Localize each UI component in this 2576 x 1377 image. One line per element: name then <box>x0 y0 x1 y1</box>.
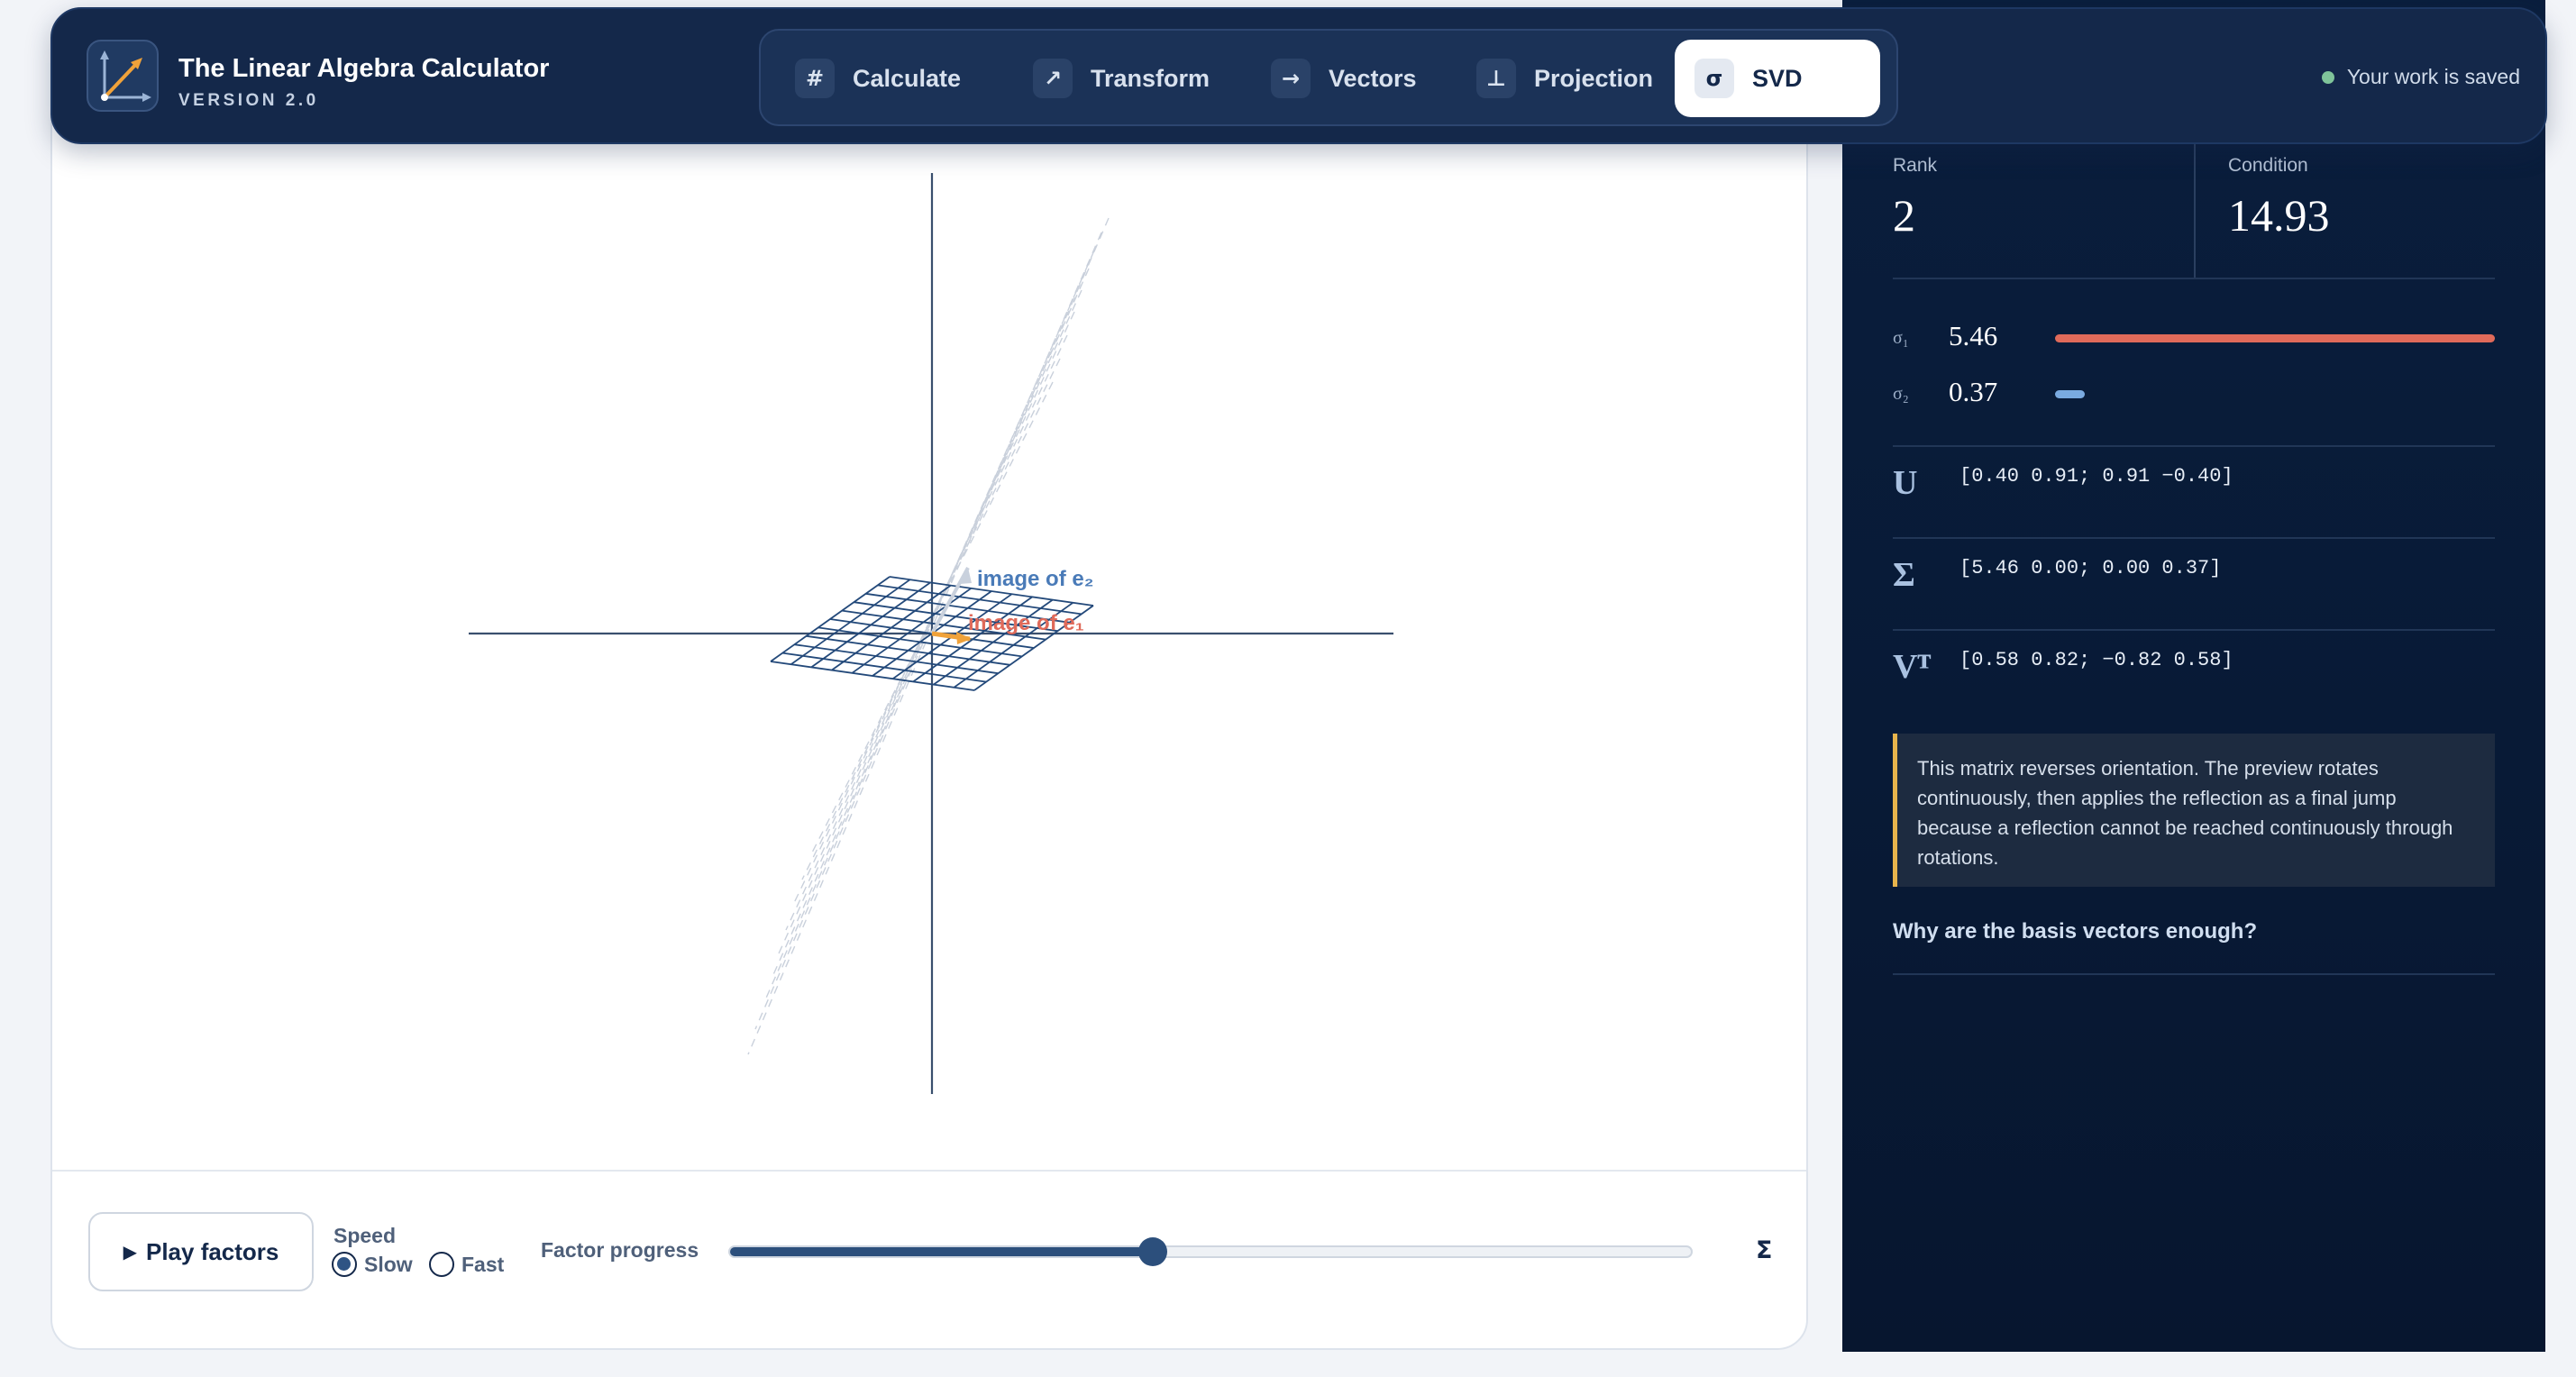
tab-calculate[interactable]: # Calculate <box>775 40 981 117</box>
main-nav: # Calculate ↗ Transform → Vectors ⊥ Proj… <box>759 29 1898 126</box>
perpendicular-icon: ⊥ <box>1476 59 1516 98</box>
condition-value: 14.93 <box>2228 190 2330 241</box>
matrix-sigma-value: [5.46 0.00; 0.00 0.37] <box>1959 557 2222 579</box>
saved-status-icon <box>2321 70 2334 84</box>
play-icon: ▶ <box>123 1241 137 1263</box>
app-version: VERSION 2.0 <box>178 91 319 110</box>
arrow-right-icon: → <box>1271 59 1311 98</box>
divider <box>1893 278 2495 279</box>
rank-value: 2 <box>1893 190 1915 241</box>
visualization-card: image of e₂ image of e₁ ▶ Play factors S… <box>50 72 1808 1350</box>
divider <box>1893 973 2495 975</box>
orientation-note: This matrix reverses orientation. The pr… <box>1893 734 2495 887</box>
matrix-vt-value: [0.58 0.82; −0.82 0.58] <box>1959 649 2233 671</box>
controls-divider <box>52 1170 1806 1172</box>
arrow-up-right-icon: ↗ <box>1033 59 1073 98</box>
speed-fast-label: Fast <box>461 1252 505 1276</box>
app-logo-icon <box>87 40 159 112</box>
speed-slow-radio[interactable]: Slow <box>332 1252 413 1277</box>
tab-transform[interactable]: ↗ Transform <box>1013 40 1229 117</box>
sigma-icon: σ <box>1694 59 1734 98</box>
progress-end-symbol: Σ <box>1756 1236 1773 1264</box>
divider <box>1893 537 2495 539</box>
factor-progress-label: Factor progress <box>541 1238 699 1262</box>
speed-fast-radio[interactable]: Fast <box>429 1252 504 1277</box>
radio-unselected-icon <box>429 1252 454 1277</box>
sigma2-value: 0.37 <box>1949 376 1998 407</box>
tab-label: SVD <box>1752 64 1803 92</box>
label-image-e1: image of e₁ <box>968 611 1084 635</box>
condition-label: Condition <box>2228 155 2308 176</box>
label-image-e2: image of e₂ <box>977 567 1093 591</box>
app-header: The Linear Algebra Calculator VERSION 2.… <box>50 7 2547 144</box>
hash-icon: # <box>795 59 835 98</box>
matrix-vt-label: Vᵀ <box>1893 648 1932 686</box>
tab-label: Vectors <box>1329 64 1417 92</box>
speed-label: Speed <box>333 1224 397 1247</box>
why-basis-vectors-link[interactable]: Why are the basis vectors enough? <box>1893 919 2257 944</box>
play-factors-button[interactable]: ▶ Play factors <box>88 1212 314 1291</box>
sigma1-value: 5.46 <box>1949 320 1998 351</box>
tab-label: Projection <box>1534 64 1654 92</box>
slider-fill <box>730 1247 1154 1256</box>
sigma1-bar <box>2055 334 2495 342</box>
matrix-u-label: U <box>1893 464 1918 502</box>
transform-svg: image of e₂ image of e₁ <box>469 173 1393 1094</box>
stat-divider <box>2194 144 2196 279</box>
play-factors-label: Play factors <box>145 1237 279 1265</box>
sigma1-label: σ₁ <box>1893 328 1909 348</box>
matrix-sigma-label: Σ <box>1893 556 1915 594</box>
factor-progress-slider[interactable] <box>728 1237 1693 1266</box>
transform-canvas[interactable]: image of e₂ image of e₁ <box>52 74 1810 1172</box>
matrix-u-value: [0.40 0.91; 0.91 −0.40] <box>1959 465 2233 488</box>
tab-label: Calculate <box>853 64 962 92</box>
app-title: The Linear Algebra Calculator <box>178 54 550 83</box>
sigma2-bar <box>2055 390 2085 398</box>
tab-svd[interactable]: σ SVD <box>1675 40 1880 117</box>
tab-vectors[interactable]: → Vectors <box>1251 40 1437 117</box>
sigma2-label: σ₂ <box>1893 384 1909 404</box>
tab-label: Transform <box>1091 64 1210 92</box>
save-status: Your work is saved <box>2321 65 2520 89</box>
rank-label: Rank <box>1893 155 1938 176</box>
divider <box>1893 629 2495 631</box>
speed-slow-label: Slow <box>364 1252 413 1276</box>
radio-selected-icon <box>332 1252 357 1277</box>
slider-thumb[interactable] <box>1138 1237 1168 1266</box>
divider <box>1893 445 2495 447</box>
tab-projection[interactable]: ⊥ Projection <box>1457 40 1673 117</box>
saved-status-text: Your work is saved <box>2346 65 2520 88</box>
